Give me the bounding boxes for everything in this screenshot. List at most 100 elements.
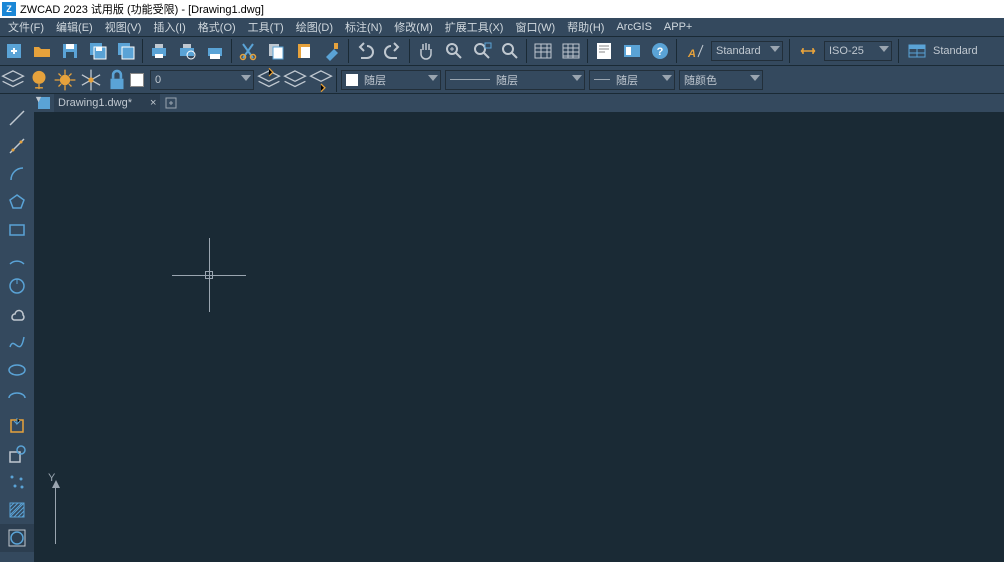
menu-file[interactable]: 文件(F) bbox=[2, 17, 50, 37]
linetype-dropdown[interactable]: 随层 bbox=[445, 70, 585, 90]
rectangle-tool[interactable] bbox=[0, 216, 34, 244]
donut-tool[interactable] bbox=[0, 272, 34, 300]
document-tabbar: Drawing1.dwg* × bbox=[0, 94, 1004, 112]
layer-color-swatch[interactable] bbox=[130, 73, 144, 87]
hatch-tool[interactable] bbox=[0, 496, 34, 524]
saveall-button[interactable] bbox=[85, 38, 111, 64]
color-value: 随层 bbox=[364, 72, 386, 88]
lineweight-dropdown[interactable]: 随层 bbox=[589, 70, 675, 90]
separator bbox=[231, 39, 232, 63]
menu-edit[interactable]: 编辑(E) bbox=[50, 17, 99, 37]
spline-tool[interactable] bbox=[0, 328, 34, 356]
arc3p-tool[interactable] bbox=[0, 244, 34, 272]
menu-ext[interactable]: 扩展工具(X) bbox=[439, 17, 510, 37]
layer-state2-button[interactable] bbox=[282, 68, 308, 92]
dim-icon[interactable] bbox=[795, 38, 821, 64]
revcloud-tool[interactable] bbox=[0, 300, 34, 328]
menu-insert[interactable]: 插入(I) bbox=[147, 17, 191, 37]
separator bbox=[898, 39, 899, 63]
ellipse-tool[interactable] bbox=[0, 356, 34, 384]
dim-style-value: ISO-25 bbox=[829, 45, 864, 57]
properties-button[interactable] bbox=[591, 38, 617, 64]
tab-new-button[interactable] bbox=[164, 96, 178, 110]
block-make-tool[interactable] bbox=[0, 440, 34, 468]
tab-drawing1[interactable]: Drawing1.dwg* × bbox=[54, 94, 160, 112]
text-style-panel: A Standard bbox=[679, 37, 787, 65]
layer-manager-button[interactable] bbox=[0, 68, 26, 92]
menu-draw[interactable]: 绘图(D) bbox=[290, 17, 339, 37]
arc-tool[interactable] bbox=[0, 160, 34, 188]
print-button[interactable] bbox=[146, 38, 172, 64]
plot-button[interactable] bbox=[202, 38, 228, 64]
menu-window[interactable]: 窗口(W) bbox=[509, 17, 561, 37]
menu-format[interactable]: 格式(O) bbox=[192, 17, 242, 37]
menu-app[interactable]: APP+ bbox=[658, 19, 698, 35]
tab-label: Drawing1.dwg* bbox=[58, 97, 132, 109]
menu-tools[interactable]: 工具(T) bbox=[242, 17, 290, 37]
line-tool[interactable] bbox=[0, 104, 34, 132]
help-button[interactable]: ? bbox=[647, 38, 673, 64]
save-button[interactable] bbox=[57, 38, 83, 64]
plotstyle-dropdown[interactable]: 随颜色 bbox=[679, 70, 763, 90]
region-tool[interactable] bbox=[0, 524, 34, 552]
dim-style-dropdown[interactable]: ISO-25 bbox=[824, 41, 892, 61]
separator bbox=[676, 39, 677, 63]
table-style-icon[interactable] bbox=[904, 38, 930, 64]
menu-view[interactable]: 视图(V) bbox=[99, 17, 148, 37]
pan-button[interactable] bbox=[413, 38, 439, 64]
layer-thaw-icon[interactable] bbox=[78, 68, 104, 92]
redo-button[interactable] bbox=[380, 38, 406, 64]
copy-button[interactable] bbox=[263, 38, 289, 64]
table2-button[interactable] bbox=[558, 38, 584, 64]
paste-button[interactable] bbox=[291, 38, 317, 64]
separator bbox=[142, 39, 143, 63]
layer-toolbar: 0 随层 随层 随层 随颜色 bbox=[0, 66, 1004, 94]
layer-on-icon[interactable] bbox=[26, 68, 52, 92]
ellipse-arc-tool[interactable] bbox=[0, 384, 34, 412]
text-icon[interactable]: A bbox=[682, 38, 708, 64]
menubar: 文件(F) 编辑(E) 视图(V) 插入(I) 格式(O) 工具(T) 绘图(D… bbox=[0, 18, 1004, 36]
zoom-window-button[interactable] bbox=[469, 38, 495, 64]
new-button[interactable] bbox=[1, 38, 27, 64]
design-center-button[interactable] bbox=[619, 38, 645, 64]
open-button[interactable] bbox=[29, 38, 55, 64]
construction-line-tool[interactable] bbox=[0, 132, 34, 160]
tab-close-icon[interactable]: × bbox=[150, 97, 156, 109]
text-style-dropdown[interactable]: Standard bbox=[711, 41, 783, 61]
color-dropdown[interactable]: 随层 bbox=[341, 70, 441, 90]
layer-state3-button[interactable] bbox=[308, 68, 334, 92]
menu-help[interactable]: 帮助(H) bbox=[561, 17, 610, 37]
menu-arcgis[interactable]: ArcGIS bbox=[610, 19, 657, 35]
window-title: ZWCAD 2023 试用版 (功能受限) - [Drawing1.dwg] bbox=[20, 1, 264, 17]
standard-toolbar: ? A Standard ISO-25 Standard bbox=[0, 36, 1004, 66]
print-preview-button[interactable] bbox=[174, 38, 200, 64]
layer-state1-button[interactable] bbox=[256, 68, 282, 92]
draw-toolbar bbox=[0, 94, 34, 562]
saveas-button[interactable] bbox=[113, 38, 139, 64]
undo-button[interactable] bbox=[352, 38, 378, 64]
zoom-realtime-button[interactable] bbox=[441, 38, 467, 64]
drawing-canvas[interactable]: Y bbox=[34, 112, 1004, 562]
matchprop-button[interactable] bbox=[319, 38, 345, 64]
separator bbox=[336, 68, 337, 92]
tab-marker: ▼ bbox=[34, 94, 44, 106]
text-style-value: Standard bbox=[716, 45, 761, 57]
layer-lock-icon[interactable] bbox=[104, 68, 130, 92]
menu-modify[interactable]: 修改(M) bbox=[388, 17, 439, 37]
separator bbox=[587, 39, 588, 63]
block-insert-tool[interactable] bbox=[0, 412, 34, 440]
app-icon: Z bbox=[2, 2, 16, 16]
plotstyle-value: 随颜色 bbox=[684, 72, 717, 88]
polygon-tool[interactable] bbox=[0, 188, 34, 216]
table-button[interactable] bbox=[530, 38, 556, 64]
separator bbox=[409, 39, 410, 63]
titlebar: Z ZWCAD 2023 试用版 (功能受限) - [Drawing1.dwg] bbox=[0, 0, 1004, 18]
cut-button[interactable] bbox=[235, 38, 261, 64]
zoom-previous-button[interactable] bbox=[497, 38, 523, 64]
layer-freeze-icon[interactable] bbox=[52, 68, 78, 92]
point-tool[interactable] bbox=[0, 468, 34, 496]
separator bbox=[348, 39, 349, 63]
menu-annotate[interactable]: 标注(N) bbox=[339, 17, 388, 37]
layer-current-value: 0 bbox=[155, 74, 161, 86]
layer-dropdown[interactable]: 0 bbox=[150, 70, 254, 90]
